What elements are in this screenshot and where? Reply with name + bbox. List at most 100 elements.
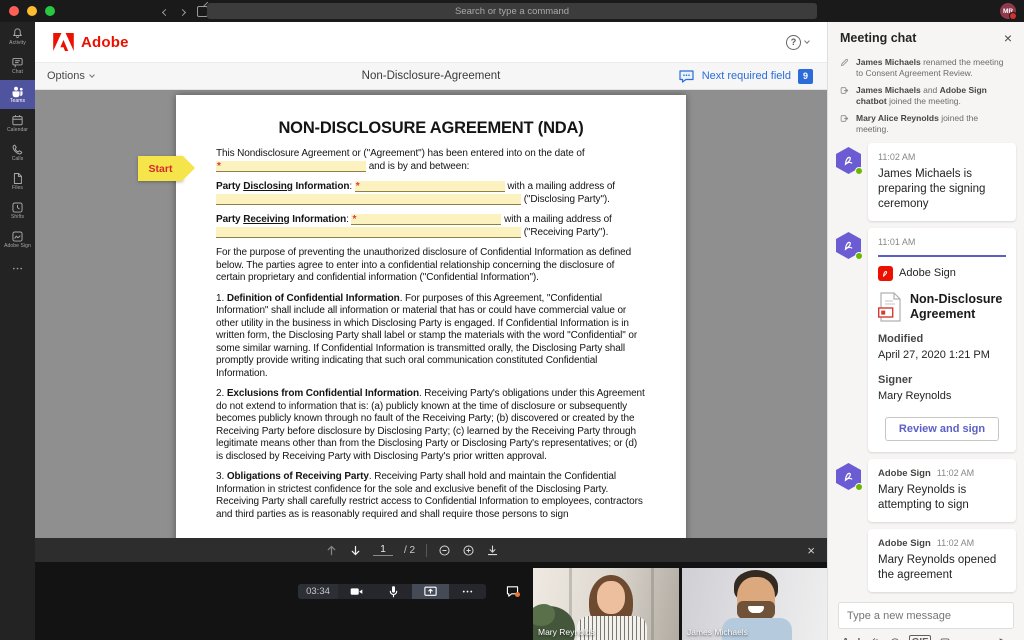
options-dropdown[interactable]: Options xyxy=(47,70,94,82)
more-actions-button[interactable] xyxy=(449,584,486,599)
adobe-sign-app-icon xyxy=(11,230,24,243)
sidebar-item-shifts[interactable]: Shifts xyxy=(0,196,35,225)
ellipsis-icon xyxy=(460,584,475,599)
video-tile-james-michaels[interactable]: James Michaels xyxy=(682,568,828,640)
sidebar-item-chat[interactable]: Chat xyxy=(0,51,35,80)
camera-icon xyxy=(349,584,364,599)
teams-icon xyxy=(11,85,24,98)
previous-page-button[interactable] xyxy=(325,544,338,557)
forward-button[interactable] xyxy=(180,2,185,20)
system-message-renamed: James Michaels renamed the meeting to Co… xyxy=(828,54,1024,82)
attach-icon[interactable] xyxy=(869,637,881,640)
disclosing-address-field[interactable] xyxy=(216,194,521,205)
message-timestamp: 11:01 AM xyxy=(878,235,1006,250)
send-message-button[interactable] xyxy=(998,637,1010,640)
share-screen-icon xyxy=(423,584,438,599)
pdf-viewer: NON-DISCLOSURE AGREEMENT (NDA) This Nond… xyxy=(35,90,827,538)
participant-videos: Mary Reynolds James Michaels xyxy=(533,568,828,640)
help-icon: ? xyxy=(786,35,801,50)
macos-minimize-button[interactable] xyxy=(27,6,37,16)
search-input[interactable]: Search or type a command xyxy=(207,3,817,19)
chat-message-adaptive-card: 11:01 AM Adobe Sign No xyxy=(828,223,1024,454)
date-signature-field[interactable]: * xyxy=(216,161,366,172)
next-required-field-button[interactable]: Next required field 9 xyxy=(678,69,813,84)
back-button[interactable] xyxy=(163,2,168,20)
chevron-down-icon xyxy=(89,72,95,78)
sidebar-item-activity[interactable]: Activity xyxy=(0,22,35,51)
nda-title: NON-DISCLOSURE AGREEMENT (NDA) xyxy=(216,119,646,137)
pencil-icon xyxy=(840,57,850,79)
purpose-paragraph: For the purpose of preventing the unauth… xyxy=(216,247,646,285)
gif-icon[interactable]: GIF xyxy=(909,635,932,640)
emoji-icon[interactable] xyxy=(889,637,901,640)
sticker-icon[interactable] xyxy=(939,637,951,640)
zoom-in-icon xyxy=(462,544,475,557)
receiving-party-field[interactable]: * xyxy=(351,214,501,225)
download-icon xyxy=(486,544,499,557)
macos-window-controls xyxy=(9,6,55,16)
help-menu[interactable]: ? xyxy=(786,35,809,50)
camera-button[interactable] xyxy=(338,584,375,599)
macos-close-button[interactable] xyxy=(9,6,19,16)
arrow-up-icon xyxy=(325,544,338,557)
message-text: Mary Reynolds opened the agreement xyxy=(878,553,1006,583)
macos-zoom-button[interactable] xyxy=(45,6,55,16)
participant-name-label: Mary Reynolds xyxy=(538,627,595,637)
card-document-title: Non-Disclosure Agreement xyxy=(910,292,1006,322)
sidebar-item-adobe-sign[interactable]: Adobe Sign xyxy=(0,225,35,254)
card-app-header: Adobe Sign xyxy=(878,266,1006,281)
message-timestamp: 11:02 AM xyxy=(937,466,974,481)
required-asterisk: * xyxy=(216,161,221,172)
start-signing-tab[interactable]: Start xyxy=(138,156,183,181)
download-button[interactable] xyxy=(486,544,499,557)
meeting-chat-panel: Meeting chat × James Michaels renamed th… xyxy=(827,22,1024,640)
zoom-in-button[interactable] xyxy=(462,544,475,557)
chat-message: Adobe Sign 11:02 AM Mary Reynolds opened… xyxy=(828,524,1024,594)
user-avatar[interactable]: MR xyxy=(1000,3,1016,19)
join-meeting-icon xyxy=(840,113,850,135)
chat-message-input[interactable] xyxy=(838,602,1014,629)
modified-value: April 27, 2020 1:21 PM xyxy=(878,348,1006,363)
microphone-icon xyxy=(386,584,401,599)
page-number-input[interactable] xyxy=(373,544,393,556)
section-3-paragraph: 3. Obligations of Receiving Party. Recei… xyxy=(216,471,646,521)
microphone-button[interactable] xyxy=(375,584,412,599)
bell-icon xyxy=(11,27,24,40)
zoom-out-button[interactable] xyxy=(438,544,451,557)
sidebar-item-teams[interactable]: Teams xyxy=(0,80,35,109)
share-screen-button[interactable] xyxy=(412,584,449,599)
card-accent-rule xyxy=(878,255,1006,257)
sidebar-more-apps[interactable] xyxy=(0,254,35,283)
video-tile-mary-reynolds[interactable]: Mary Reynolds xyxy=(533,568,679,640)
close-chat-panel-button[interactable]: × xyxy=(1004,31,1012,45)
system-message-joined: Mary Alice Reynolds joined the meeting. xyxy=(828,110,1024,138)
presence-available-badge xyxy=(855,483,863,491)
ellipsis-icon xyxy=(11,262,24,275)
disclosing-party-field[interactable]: * xyxy=(355,181,505,192)
receiving-address-field[interactable] xyxy=(216,227,521,238)
phone-icon xyxy=(11,143,24,156)
zoom-out-icon xyxy=(438,544,451,557)
sidebar-item-calls[interactable]: Calls xyxy=(0,138,35,167)
chat-message: Adobe Sign 11:02 AM Mary Reynolds is att… xyxy=(828,454,1024,524)
chevron-down-icon xyxy=(804,38,810,44)
meeting-control-bar: 03:34 xyxy=(35,562,827,640)
sidebar-item-calendar[interactable]: Calendar xyxy=(0,109,35,138)
adobe-sign-header: Adobe ? xyxy=(35,22,827,62)
message-timestamp: 11:02 AM xyxy=(937,536,974,551)
required-field-count-badge: 9 xyxy=(798,69,813,84)
acrobat-icon xyxy=(842,239,855,252)
participant-name-label: James Michaels xyxy=(687,627,748,637)
close-shared-document-button[interactable]: × xyxy=(807,544,815,557)
review-and-sign-button[interactable]: Review and sign xyxy=(885,417,999,441)
join-meeting-icon xyxy=(840,85,850,107)
acrobat-icon xyxy=(842,154,855,167)
avatar xyxy=(836,228,868,452)
message-sender: Adobe Sign xyxy=(878,536,931,551)
toggle-chat-button[interactable] xyxy=(496,584,528,599)
party-disclosing-paragraph: Party Disclosing Information: * with a m… xyxy=(216,181,646,206)
sidebar-item-files[interactable]: Files xyxy=(0,167,35,196)
calendar-icon xyxy=(11,114,24,127)
next-page-button[interactable] xyxy=(349,544,362,557)
signer-label: Signer xyxy=(878,373,1006,388)
